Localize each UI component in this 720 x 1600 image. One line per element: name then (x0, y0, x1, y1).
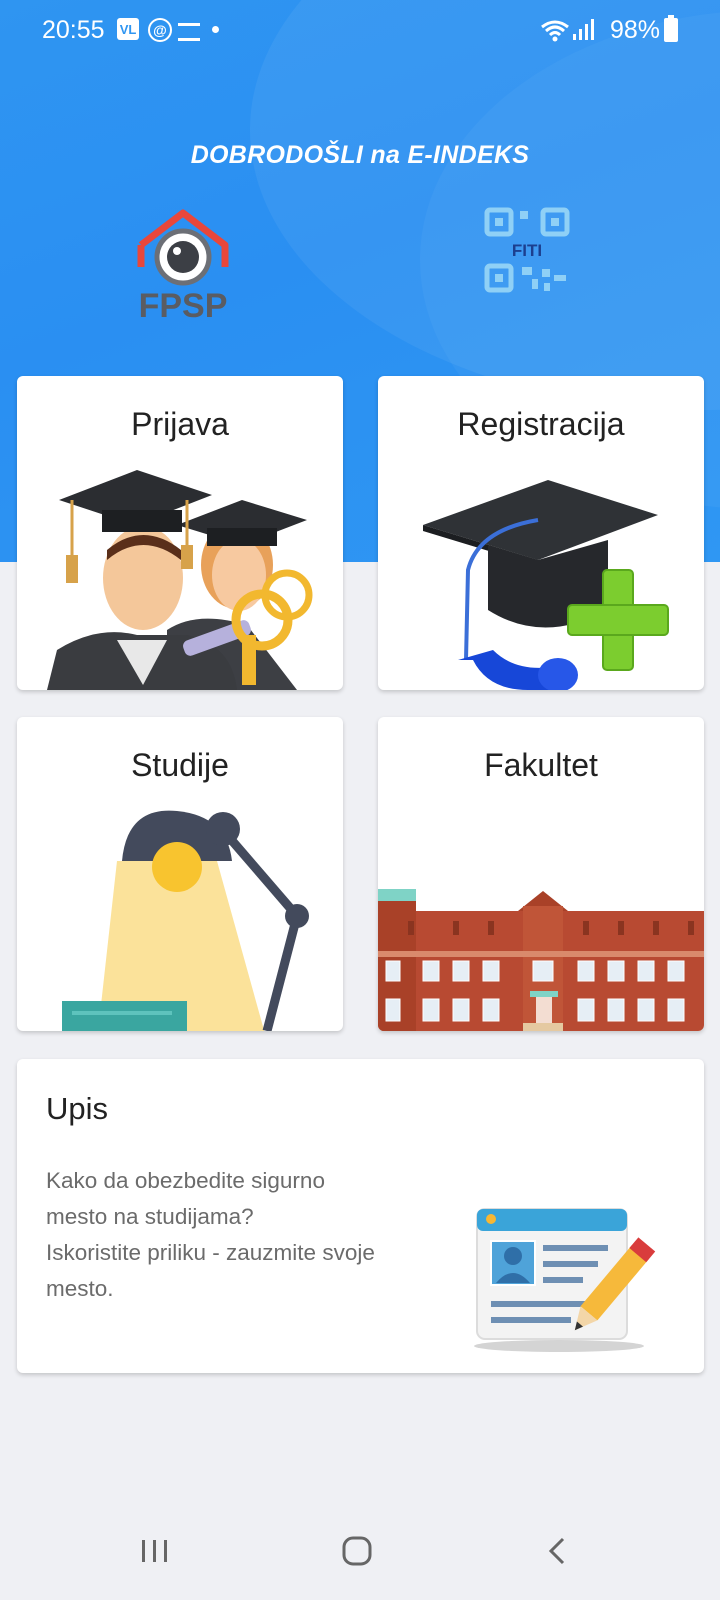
upis-description-line: Iskoristite priliku - zauzmite svoje (46, 1240, 375, 1265)
recent-apps-icon (142, 1540, 167, 1562)
upis-description-line: mesto na studijama? (46, 1204, 254, 1229)
message-icon (178, 23, 200, 41)
desk-lamp-icon (62, 810, 309, 1031)
welcome-title: DOBRODOŠLI na E-INDEKS (190, 141, 530, 169)
status-bar: 20:55 VL @ 98% (0, 0, 720, 60)
dot-icon (212, 26, 219, 33)
vl-icon: VL (117, 18, 139, 40)
faculty-building-icon (378, 889, 704, 1031)
back-button[interactable] (498, 1502, 618, 1600)
upis-title: Upis (46, 1091, 109, 1126)
prijava-card[interactable]: Prijava (17, 376, 343, 690)
home-icon (342, 1536, 372, 1566)
id-card-pencil-icon (474, 1208, 656, 1352)
fpsp-logo: FPSP (137, 209, 229, 325)
fakultet-title: Fakultet (484, 747, 598, 783)
svg-text:FPSP: FPSP (139, 287, 228, 325)
prijava-title: Prijava (131, 406, 229, 442)
back-icon (548, 1537, 565, 1565)
upis-description-line: mesto. (46, 1276, 114, 1301)
battery-percent: 98% (610, 16, 661, 44)
graduation-cap-plus-icon (423, 480, 669, 690)
registracija-title: Registracija (457, 406, 625, 442)
upis-card[interactable]: Upis Kako da obezbedite sigurno mesto na… (17, 1059, 704, 1373)
studije-title: Studije (131, 747, 229, 783)
fiti-logo: FITI (484, 207, 570, 293)
battery-icon (664, 15, 678, 42)
registracija-card[interactable]: Registracija (378, 376, 704, 690)
navigation-bar (0, 1502, 720, 1600)
graduates-icon (47, 470, 313, 690)
svg-text:FITI: FITI (512, 241, 542, 260)
home-button[interactable] (297, 1502, 417, 1600)
fakultet-card[interactable]: Fakultet (378, 717, 704, 1031)
signal-icon (573, 19, 594, 40)
at-icon: @ (148, 18, 172, 42)
recent-apps-button[interactable] (95, 1502, 215, 1600)
upis-description-line: Kako da obezbedite sigurno (46, 1168, 325, 1193)
upis-description: Kako da obezbedite sigurno mesto na stud… (46, 1163, 426, 1307)
wifi-icon (541, 20, 569, 42)
studije-card[interactable]: Studije (17, 717, 343, 1031)
status-time: 20:55 (42, 16, 105, 44)
